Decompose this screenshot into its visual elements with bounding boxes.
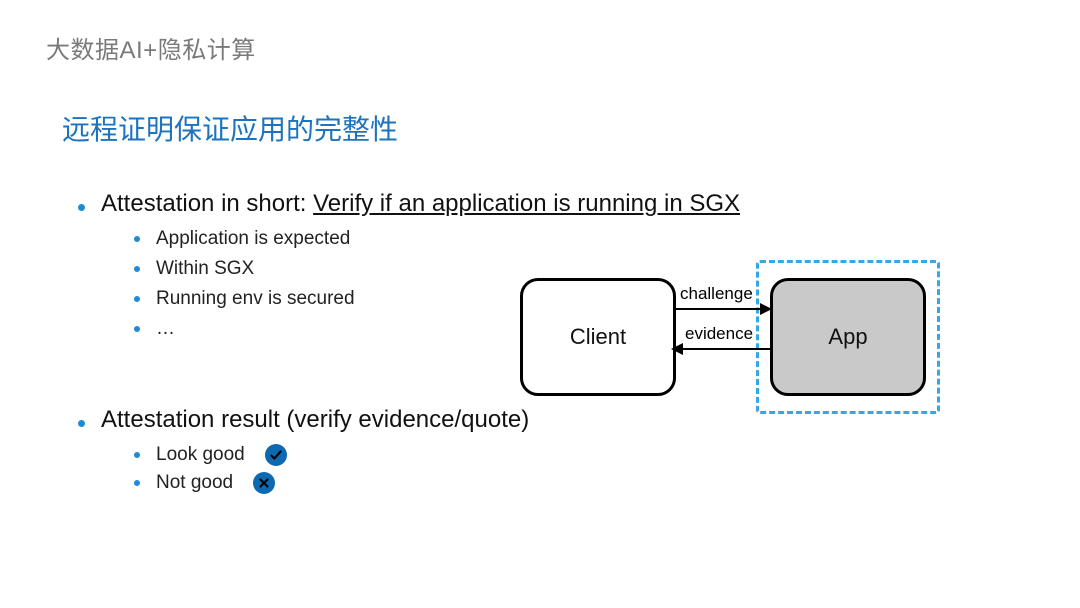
bullet-text: Attestation in short: Verify if an appli…: [101, 190, 740, 218]
client-label: Client: [570, 324, 626, 350]
bullet-dot-icon: [134, 326, 140, 332]
slide: 大数据AI+隐私计算 远程证明保证应用的完整性 Attestation in s…: [0, 0, 1080, 608]
check-icon: [265, 444, 287, 466]
attestation-diagram: Client App challenge evidence: [520, 260, 940, 410]
evidence-label: evidence: [685, 324, 753, 344]
app-box: App: [770, 278, 926, 396]
result-item-bad: Not good: [134, 472, 1018, 494]
sublist-result: Look good Not good: [134, 444, 1018, 494]
challenge-arrow: [673, 308, 770, 310]
sub-text: Application is expected: [156, 228, 350, 250]
client-box: Client: [520, 278, 676, 396]
result-item-good: Look good: [134, 444, 1018, 466]
slide-title: 远程证明保证应用的完整性: [62, 108, 398, 148]
challenge-label: challenge: [680, 284, 753, 304]
bullet-dot-icon: [134, 296, 140, 302]
evidence-arrow: [673, 348, 770, 350]
x-icon: [253, 472, 275, 494]
result-label: Not good: [156, 472, 233, 494]
bullet-text: Attestation result (verify evidence/quot…: [101, 406, 529, 434]
sub-text: …: [156, 318, 175, 340]
sub-text: Running env is secured: [156, 288, 355, 310]
slide-header: 大数据AI+隐私计算: [46, 30, 256, 65]
result-label: Look good: [156, 444, 245, 466]
bullet-dot-icon: [134, 452, 140, 458]
sub-text: Within SGX: [156, 258, 254, 280]
bullet-prefix: Attestation in short:: [101, 190, 313, 217]
bullet-attestation-short: Attestation in short: Verify if an appli…: [78, 190, 1018, 218]
bullet-dot-icon: [134, 266, 140, 272]
app-label: App: [828, 324, 867, 350]
sub-item: Application is expected: [134, 228, 1018, 250]
bullet-dot-icon: [78, 420, 85, 427]
bullet-dot-icon: [134, 236, 140, 242]
bullet-underlined: Verify if an application is running in S…: [313, 190, 740, 217]
bullet-dot-icon: [78, 204, 85, 211]
bullet-dot-icon: [134, 480, 140, 486]
